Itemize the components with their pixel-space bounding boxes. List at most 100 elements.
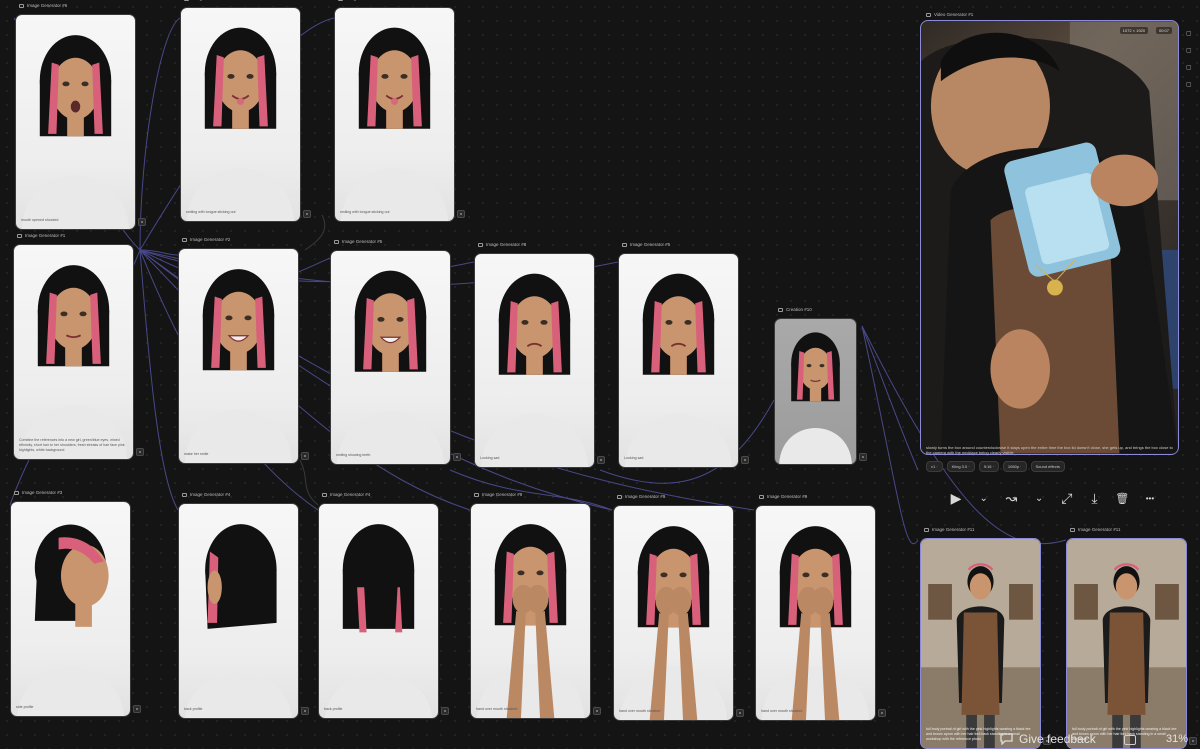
- version-pill[interactable]: v1 ·: [926, 461, 943, 472]
- image-node-icon: [334, 239, 339, 244]
- video-settings: v1 · Kling 3.0 · 9:16 · 1080p · Sound ef…: [926, 461, 1065, 472]
- output-port[interactable]: [136, 448, 144, 456]
- image-node-icon: [17, 233, 22, 238]
- chevron-down-icon[interactable]: ⌄: [974, 488, 994, 508]
- play-icon[interactable]: ▶: [946, 488, 966, 508]
- minimap-icon[interactable]: [1124, 735, 1136, 745]
- image-generator-node[interactable]: Image Generator #6 mouth opened shocked: [15, 3, 146, 230]
- image-generator-node[interactable]: Image Generator #3 side profile: [10, 490, 141, 717]
- generated-image[interactable]: back profile: [318, 503, 439, 719]
- generated-image[interactable]: Looking sad: [618, 253, 739, 468]
- tool-icon[interactable]: ▢: [1186, 64, 1192, 71]
- node-prompt: back profile: [184, 707, 203, 711]
- portrait-image: [16, 524, 125, 716]
- output-port[interactable]: [303, 210, 311, 218]
- resolution-badge: 1072 × 1920: [1119, 27, 1148, 34]
- image-generator-node[interactable]: Creation #10: [774, 307, 867, 465]
- output-port[interactable]: [133, 705, 141, 713]
- tool-icon[interactable]: ▢: [1186, 30, 1192, 37]
- output-port[interactable]: [878, 709, 886, 717]
- portrait-image: [337, 270, 444, 464]
- node-title: Image Generator #8: [478, 242, 526, 247]
- output-port[interactable]: [593, 707, 601, 715]
- output-port[interactable]: [1189, 737, 1197, 745]
- tool-icon[interactable]: ▢: [1186, 81, 1192, 88]
- image-node-icon: [778, 307, 783, 312]
- zoom-level[interactable]: 31%: [1166, 733, 1188, 745]
- generated-image[interactable]: hand over mouth shocked: [470, 503, 591, 719]
- generated-image[interactable]: [774, 318, 857, 465]
- model-pill[interactable]: Kling 3.0 ·: [946, 461, 975, 472]
- image-generator-node[interactable]: Image Generator #2 make her smile: [178, 237, 309, 464]
- node-title-text: Image Generator #3: [22, 490, 63, 495]
- branch-icon[interactable]: ↝: [1001, 488, 1021, 508]
- output-port[interactable]: [597, 456, 605, 464]
- generated-image[interactable]: smiling with tongue sticking out: [334, 7, 455, 222]
- video-frame-image: [921, 21, 1178, 454]
- image-generator-node[interactable]: Image Generator #5 Looking sad: [618, 242, 749, 468]
- output-port[interactable]: [453, 453, 461, 461]
- node-title-text: Image Generator #6: [27, 3, 68, 8]
- generated-image[interactable]: make her smile: [178, 248, 299, 464]
- generated-image[interactable]: hand over mouth shocked: [613, 505, 734, 721]
- node-title: Image Generator #2: [182, 237, 230, 242]
- portrait-image: [19, 265, 128, 459]
- image-generator-node[interactable]: Image Generator #4 back profile: [178, 492, 309, 719]
- sound-effects-toggle[interactable]: Sound effects: [1030, 461, 1065, 472]
- output-port[interactable]: [301, 707, 309, 715]
- video-generator-node[interactable]: Video Generator #1 1072 × 1920 00:07: [920, 12, 1179, 455]
- generated-image[interactable]: back profile: [178, 503, 299, 719]
- output-port[interactable]: [859, 453, 867, 461]
- generated-image[interactable]: smiling with tongue sticking out: [180, 7, 301, 222]
- generated-image[interactable]: Combine the references into a new girl, …: [13, 244, 134, 460]
- trash-icon[interactable]: 🗑: [1112, 488, 1132, 508]
- node-prompt: hand over mouth shocked: [761, 709, 803, 713]
- node-title: Image Generator #4: [322, 492, 370, 497]
- download-icon[interactable]: ⤓: [1085, 488, 1105, 508]
- generated-image[interactable]: hand over mouth shocked: [755, 505, 876, 721]
- image-generator-node[interactable]: Image Generator #7 smiling with tongue s…: [334, 0, 465, 222]
- generated-image[interactable]: smiling showing teeth: [330, 250, 451, 465]
- generated-image[interactable]: full body portrait of girl with the pink…: [920, 538, 1041, 749]
- more-icon[interactable]: •••: [1140, 488, 1160, 508]
- give-feedback-button[interactable]: Give feedback: [1000, 732, 1096, 746]
- portrait-image: [1067, 539, 1186, 748]
- image-generator-node[interactable]: Image Generator #8 Looking sad: [474, 242, 605, 468]
- node-title: Image Generator #5: [622, 242, 670, 247]
- output-port[interactable]: [441, 707, 449, 715]
- image-generator-node[interactable]: Image Generator #4 back profile: [318, 492, 449, 719]
- image-generator-node[interactable]: Image Generator #9 hand over mouth shock…: [470, 492, 601, 719]
- aspect-pill[interactable]: 9:16 ·: [978, 461, 999, 472]
- node-title-text: Image Generator #1: [25, 233, 66, 238]
- quality-pill[interactable]: 1080p ·: [1002, 461, 1027, 472]
- node-title: Image Generator #9: [617, 494, 665, 499]
- node-title: Image Generator #7: [184, 0, 232, 1]
- generated-image[interactable]: mouth opened shocked: [15, 14, 136, 230]
- image-generator-node[interactable]: Image Generator #9 hand over mouth shock…: [755, 494, 886, 721]
- node-title-text: Image Generator #7: [346, 0, 386, 1]
- image-node-icon: [184, 0, 189, 1]
- image-generator-node[interactable]: Image Generator #1 Combine the reference…: [13, 233, 144, 460]
- image-node-icon: [622, 242, 627, 247]
- node-title-text: Image Generator #9: [482, 492, 523, 497]
- node-title-text: Image Generator #7: [192, 0, 232, 1]
- portrait-image: [21, 35, 130, 229]
- image-generator-node[interactable]: Image Generator #9 hand over mouth shock…: [613, 494, 744, 721]
- image-generator-node[interactable]: Image Generator #7 smiling with tongue s…: [180, 0, 311, 222]
- expand-icon[interactable]: ⤢: [1057, 488, 1077, 508]
- generated-image[interactable]: side profile: [10, 501, 131, 717]
- image-generator-node[interactable]: Image Generator #5 smiling showing teeth: [330, 239, 461, 465]
- output-port[interactable]: [736, 709, 744, 717]
- output-port[interactable]: [301, 452, 309, 460]
- image-generator-node[interactable]: Image Generator #11 full body portrait o…: [1066, 527, 1197, 749]
- generated-image[interactable]: Looking sad: [474, 253, 595, 468]
- video-preview[interactable]: 1072 × 1920 00:07: [920, 20, 1179, 455]
- generated-image[interactable]: full body portrait of girl with the pink…: [1066, 538, 1187, 749]
- tool-icon[interactable]: ▢: [1186, 47, 1192, 54]
- output-port[interactable]: [741, 456, 749, 464]
- image-generator-node[interactable]: Image Generator #11 full body portrait o…: [920, 527, 1051, 749]
- image-node-icon: [322, 492, 327, 497]
- output-port[interactable]: [138, 218, 146, 226]
- output-port[interactable]: [457, 210, 465, 218]
- chevron-down-icon[interactable]: ⌄: [1029, 488, 1049, 508]
